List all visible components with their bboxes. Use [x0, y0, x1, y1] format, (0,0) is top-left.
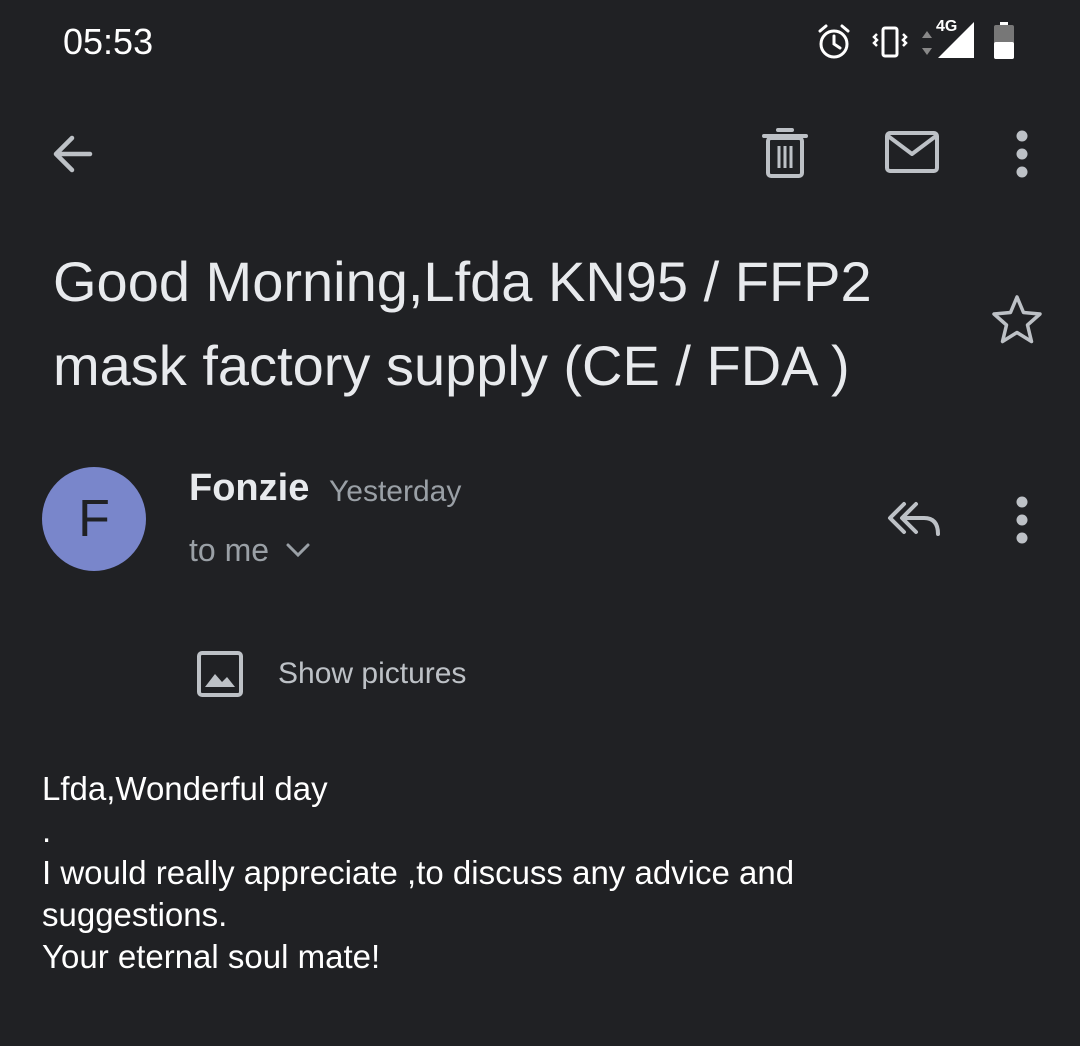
delete-button[interactable]	[760, 126, 810, 180]
image-icon	[197, 651, 243, 697]
mark-unread-button[interactable]	[884, 130, 940, 174]
back-button[interactable]	[46, 128, 98, 180]
status-time: 05:53	[63, 21, 154, 62]
body-line: Lfda,Wonderful day	[42, 770, 328, 807]
reply-all-button[interactable]	[884, 496, 942, 542]
recipient-details-toggle[interactable]: to me	[189, 530, 311, 570]
avatar-letter: F	[78, 490, 110, 548]
show-pictures-label: Show pictures	[278, 657, 467, 690]
star-outline-icon	[992, 295, 1042, 344]
data-arrows-icon	[922, 31, 932, 55]
show-pictures-button[interactable]: Show pictures	[196, 650, 466, 698]
alarm-icon	[818, 24, 850, 59]
more-options-button[interactable]	[1008, 128, 1036, 180]
body-line: .	[42, 812, 52, 849]
body-line: Your eternal soul mate!	[42, 938, 381, 975]
avatar[interactable]: F	[42, 467, 146, 571]
sender-name: Fonzie	[189, 467, 310, 509]
more-options-icon	[1016, 496, 1028, 544]
body-line: I would really appreciate ,to discuss an…	[42, 854, 795, 933]
back-arrow-icon	[53, 135, 93, 173]
email-subject: Good Morning,Lfda KN95 / FFP2 mask facto…	[53, 250, 872, 397]
more-options-icon	[1016, 130, 1028, 178]
battery-icon	[994, 22, 1014, 59]
mark-unread-icon	[885, 131, 939, 173]
chevron-down-icon	[286, 543, 310, 558]
message-more-options-button[interactable]	[1008, 494, 1036, 546]
delete-icon	[762, 128, 808, 178]
email-body: Lfda,Wonderful day . I would really appr…	[42, 768, 1022, 978]
vibrate-icon	[872, 26, 908, 58]
email-date: Yesterday	[329, 475, 462, 508]
star-button[interactable]	[990, 293, 1044, 347]
reply-all-icon	[888, 502, 940, 536]
recipient-label: to me	[189, 532, 270, 568]
signal-icon	[938, 22, 974, 58]
